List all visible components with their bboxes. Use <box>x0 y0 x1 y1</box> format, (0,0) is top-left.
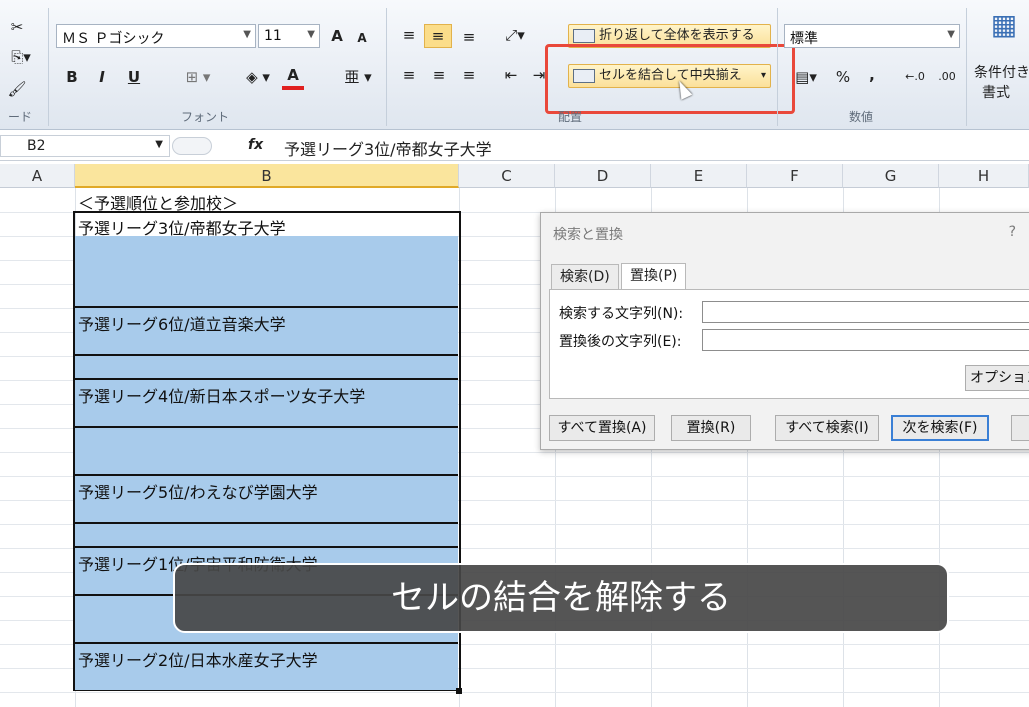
close-button[interactable] <box>1011 415 1029 441</box>
align-middle-button[interactable]: ≡ <box>424 24 452 48</box>
chevron-down-icon: ▼ <box>243 29 251 40</box>
fill-color-button[interactable]: ◈ ▾ <box>238 66 278 90</box>
selected-cell-block[interactable] <box>75 236 458 260</box>
column-header-g[interactable]: G <box>843 164 939 188</box>
conditional-format-icon[interactable]: ▦ <box>984 11 1024 54</box>
cut-icon[interactable]: ✂ <box>6 16 28 40</box>
cell-b-row[interactable]: 予選リーグ4位/新日本スポーツ女子大学 <box>78 383 365 407</box>
bold-button[interactable]: B <box>62 66 82 90</box>
function-icon[interactable]: fx <box>248 137 263 153</box>
grow-font-button[interactable]: A <box>326 25 348 49</box>
formula-bar: B2 ▼ fx 予選リーグ3位/帝都女子大学 <box>0 131 1029 161</box>
number-format-select[interactable]: 標準 ▼ <box>784 24 960 48</box>
column-header-h[interactable]: H <box>939 164 1029 188</box>
replace-all-button[interactable]: すべて置換(A) <box>549 415 655 441</box>
selected-cell-block[interactable] <box>75 260 458 308</box>
formula-input[interactable]: 予選リーグ3位/帝都女子大学 <box>284 136 492 160</box>
conditional-format-label2[interactable]: 書式 <box>982 82 1010 102</box>
font-name-select[interactable]: ＭＳ Ｐゴシック ▼ <box>56 24 256 48</box>
cell-b-row[interactable]: 予選リーグ6位/道立音楽大学 <box>78 311 286 335</box>
find-label: 検索する文字列(N): <box>559 306 684 322</box>
ribbon: ✂ ⎘▾ 🖌 ード ＭＳ Ｐゴシック ▼ 11 ▼ A A B I U ⊞ ▾ ◈ … <box>0 0 1029 130</box>
italic-button[interactable]: I <box>92 66 112 90</box>
column-header-e[interactable]: E <box>651 164 747 188</box>
cell-b-row[interactable]: 予選リーグ2位/日本水産女子大学 <box>78 647 318 671</box>
find-replace-dialog: 検索と置換 ? 検索(D) 置換(P) 検索する文字列(N): 置換後の文字列(… <box>540 212 1029 450</box>
phonetic-button[interactable]: 亜 ▾ <box>338 66 378 90</box>
align-center-button[interactable]: ≡ <box>428 64 450 88</box>
border-button[interactable]: ⊞ ▾ <box>178 66 218 90</box>
help-icon[interactable]: ? <box>1009 224 1016 240</box>
conditional-format-label[interactable]: 条件付き <box>974 62 1029 82</box>
clipboard-group-label: ード <box>7 110 32 124</box>
font-size-select[interactable]: 11 ▼ <box>258 24 320 48</box>
chevron-down-icon: ▼ <box>307 29 315 40</box>
format-painter-icon[interactable]: 🖌 <box>6 78 28 102</box>
selected-cell-block[interactable] <box>75 524 458 548</box>
dialog-title: 検索と置換 <box>553 227 623 243</box>
column-header-f[interactable]: F <box>747 164 843 188</box>
tab-find[interactable]: 検索(D) <box>551 264 619 290</box>
fill-handle[interactable] <box>456 688 462 694</box>
column-header-a[interactable]: A <box>0 164 75 188</box>
options-button[interactable]: オプション <box>965 365 1029 391</box>
align-left-button[interactable]: ≡ <box>398 64 420 88</box>
decrease-indent-button[interactable]: ⇤ <box>500 64 522 88</box>
formula-scroll-handle[interactable] <box>172 137 212 155</box>
align-right-button[interactable]: ≡ <box>458 64 480 88</box>
tab-replace[interactable]: 置換(P) <box>621 263 687 290</box>
chevron-down-icon: ▼ <box>155 139 163 150</box>
underline-button[interactable]: U <box>122 66 146 90</box>
shrink-font-button[interactable]: A <box>352 27 372 51</box>
cell-b1[interactable]: ＜予選順位と参加校＞ <box>78 190 238 214</box>
increase-decimal-button[interactable]: ←.0 <box>900 66 930 90</box>
wrap-text-icon <box>573 29 595 43</box>
decrease-decimal-button[interactable]: .00 <box>932 66 962 90</box>
replace-input[interactable] <box>702 329 1029 351</box>
find-input[interactable] <box>702 301 1029 323</box>
font-group-label: フォント <box>180 110 229 124</box>
align-bottom-button[interactable]: ≡ <box>458 26 480 50</box>
replace-button[interactable]: 置換(R) <box>671 415 751 441</box>
find-next-button[interactable]: 次を検索(F) <box>891 415 989 441</box>
cell-b2[interactable]: 予選リーグ3位/帝都女子大学 <box>78 215 286 239</box>
selected-cell-block[interactable] <box>75 356 458 380</box>
number-group-label: 数値 <box>848 110 873 124</box>
alignment-group-label: 配置 <box>557 110 582 124</box>
video-caption: セルの結合を解除する <box>173 563 949 633</box>
name-box[interactable]: B2 ▼ <box>0 135 170 157</box>
column-header-d[interactable]: D <box>555 164 651 188</box>
align-top-button[interactable]: ≡ <box>398 24 420 48</box>
chevron-down-icon: ▼ <box>947 29 955 40</box>
find-all-button[interactable]: すべて検索(I) <box>775 415 879 441</box>
percent-button[interactable]: % <box>832 66 854 90</box>
column-header-b[interactable]: B <box>75 164 459 188</box>
copy-icon[interactable]: ⎘▾ <box>4 46 38 70</box>
highlight-frame <box>545 44 795 114</box>
orientation-button[interactable]: ⤢▾ <box>500 24 530 48</box>
currency-button[interactable]: ▤▾ <box>786 66 826 90</box>
font-color-button[interactable]: A <box>282 64 304 90</box>
cell-b-row[interactable]: 予選リーグ5位/わえなび学園大学 <box>78 479 318 503</box>
selected-cell-block[interactable] <box>75 428 458 476</box>
comma-button[interactable]: , <box>862 64 882 88</box>
replace-label: 置換後の文字列(E): <box>559 334 682 350</box>
column-header-c[interactable]: C <box>459 164 555 188</box>
